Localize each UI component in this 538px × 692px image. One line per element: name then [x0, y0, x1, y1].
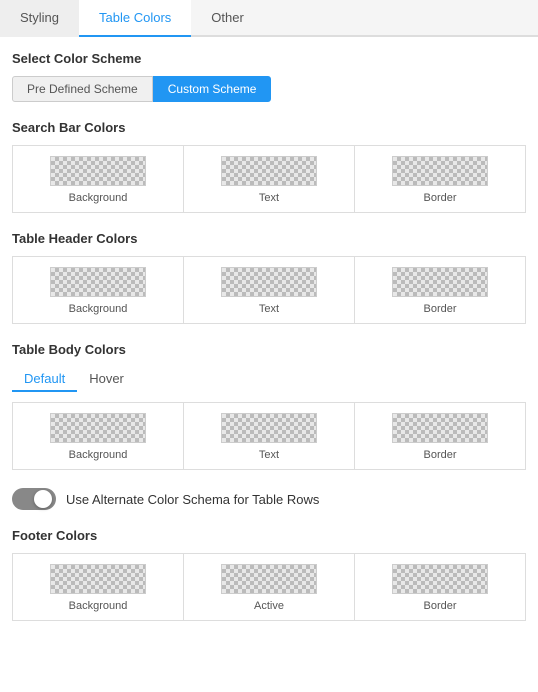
alternate-color-toggle-row: Use Alternate Color Schema for Table Row…: [12, 488, 526, 510]
alternate-color-toggle[interactable]: [12, 488, 56, 510]
table-body-colors-group: Table Body Colors Default Hover Backgrou…: [12, 342, 526, 470]
tab-styling[interactable]: Styling: [0, 0, 79, 37]
footer-swatch-row: Background Active Border: [12, 553, 526, 621]
body-bg-label: Background: [69, 449, 128, 461]
tab-bar: Styling Table Colors Other: [0, 0, 538, 37]
body-bg-swatch[interactable]: [50, 413, 146, 443]
footer-active-label: Active: [254, 600, 284, 612]
header-bg-swatch[interactable]: [50, 267, 146, 297]
scheme-buttons: Pre Defined Scheme Custom Scheme: [12, 76, 526, 102]
body-border-label: Border: [423, 449, 456, 461]
header-border-cell[interactable]: Border: [355, 257, 525, 323]
table-header-colors-group: Table Header Colors Background Text Bord…: [12, 231, 526, 324]
search-text-cell[interactable]: Text: [184, 146, 355, 212]
search-bar-colors-title: Search Bar Colors: [12, 120, 526, 135]
sub-tab-default[interactable]: Default: [12, 367, 77, 392]
search-border-cell[interactable]: Border: [355, 146, 525, 212]
sub-tab-hover[interactable]: Hover: [77, 367, 136, 392]
table-body-swatch-row: Background Text Border: [12, 402, 526, 470]
body-bg-cell[interactable]: Background: [13, 403, 184, 469]
header-border-swatch[interactable]: [392, 267, 488, 297]
tab-other[interactable]: Other: [191, 0, 264, 37]
header-text-swatch[interactable]: [221, 267, 317, 297]
header-text-cell[interactable]: Text: [184, 257, 355, 323]
table-header-colors-title: Table Header Colors: [12, 231, 526, 246]
toggle-thumb: [34, 490, 52, 508]
color-scheme-title: Select Color Scheme: [12, 51, 526, 66]
predefined-scheme-button[interactable]: Pre Defined Scheme: [12, 76, 153, 102]
tab-table-colors[interactable]: Table Colors: [79, 0, 191, 37]
body-sub-tabs: Default Hover: [12, 367, 526, 392]
footer-colors-title: Footer Colors: [12, 528, 526, 543]
footer-bg-swatch[interactable]: [50, 564, 146, 594]
search-bar-swatch-row: Background Text Border: [12, 145, 526, 213]
search-bg-cell[interactable]: Background: [13, 146, 184, 212]
footer-active-swatch[interactable]: [221, 564, 317, 594]
search-border-swatch[interactable]: [392, 156, 488, 186]
footer-border-cell[interactable]: Border: [355, 554, 525, 620]
search-bar-colors-group: Search Bar Colors Background Text Border: [12, 120, 526, 213]
header-bg-label: Background: [69, 303, 128, 315]
footer-border-swatch[interactable]: [392, 564, 488, 594]
body-border-swatch[interactable]: [392, 413, 488, 443]
header-border-label: Border: [423, 303, 456, 315]
header-text-label: Text: [259, 303, 279, 315]
footer-bg-cell[interactable]: Background: [13, 554, 184, 620]
footer-active-cell[interactable]: Active: [184, 554, 355, 620]
body-text-swatch[interactable]: [221, 413, 317, 443]
search-border-label: Border: [423, 192, 456, 204]
body-border-cell[interactable]: Border: [355, 403, 525, 469]
body-text-label: Text: [259, 449, 279, 461]
alternate-color-label: Use Alternate Color Schema for Table Row…: [66, 492, 319, 507]
search-text-label: Text: [259, 192, 279, 204]
table-header-swatch-row: Background Text Border: [12, 256, 526, 324]
search-bg-label: Background: [69, 192, 128, 204]
footer-bg-label: Background: [69, 600, 128, 612]
header-bg-cell[interactable]: Background: [13, 257, 184, 323]
footer-colors-group: Footer Colors Background Active Border: [12, 528, 526, 621]
search-text-swatch[interactable]: [221, 156, 317, 186]
custom-scheme-button[interactable]: Custom Scheme: [153, 76, 272, 102]
search-bg-swatch[interactable]: [50, 156, 146, 186]
body-text-cell[interactable]: Text: [184, 403, 355, 469]
main-content: Select Color Scheme Pre Defined Scheme C…: [0, 37, 538, 653]
table-body-colors-title: Table Body Colors: [12, 342, 526, 357]
footer-border-label: Border: [423, 600, 456, 612]
